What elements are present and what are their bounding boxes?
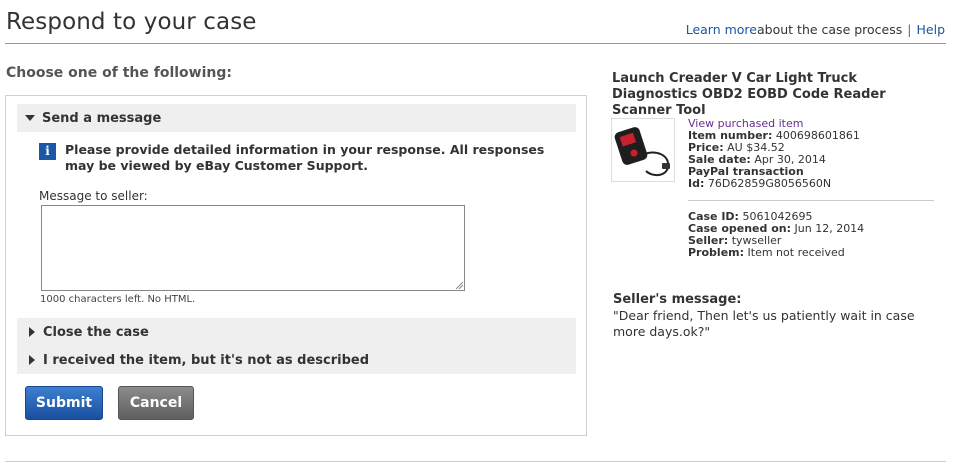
not-as-described-label: I received the item, but it's not as des… bbox=[43, 352, 370, 368]
message-to-seller-textarea[interactable] bbox=[41, 205, 465, 291]
problem-value: Item not received bbox=[747, 246, 845, 259]
send-message-section-header[interactable]: Send a message bbox=[17, 104, 576, 132]
cancel-button[interactable]: Cancel bbox=[118, 386, 194, 420]
info-text: Please provide detailed information in y… bbox=[65, 142, 545, 173]
caret-down-icon bbox=[25, 115, 35, 121]
caret-right-icon bbox=[29, 327, 35, 337]
info-notice: i Please provide detailed information in… bbox=[39, 142, 559, 174]
close-case-label: Close the case bbox=[43, 324, 149, 340]
page-title: Respond to your case bbox=[6, 9, 257, 35]
header-links: Learn moreabout the case process | Help bbox=[686, 22, 945, 37]
seller-message-text: "Dear friend, Then let's us patiently wa… bbox=[613, 308, 915, 339]
case-opened-value: Jun 12, 2014 bbox=[794, 222, 865, 235]
seller-message-title: Seller's message: bbox=[613, 292, 742, 307]
transaction-id-value: 76D62859G8056560N bbox=[707, 177, 832, 190]
footer-divider bbox=[5, 461, 946, 462]
transaction-id-label: Id: bbox=[688, 177, 705, 190]
details-divider bbox=[688, 200, 934, 201]
case-details: Case ID: 5061042695 Case opened on: Jun … bbox=[688, 211, 864, 259]
response-form: Send a message i Please provide detailed… bbox=[5, 95, 587, 436]
characters-left-text: 1000 characters left. No HTML. bbox=[40, 294, 196, 305]
learn-more-link[interactable]: Learn more bbox=[686, 22, 757, 37]
item-thumbnail[interactable] bbox=[611, 118, 675, 182]
header-divider bbox=[5, 43, 946, 44]
resize-grip-icon[interactable] bbox=[455, 281, 463, 289]
learn-more-suffix: about the case process bbox=[757, 22, 903, 37]
help-link[interactable]: Help bbox=[917, 22, 946, 37]
item-number-value: 400698601861 bbox=[775, 129, 860, 142]
purchase-details: View purchased item Item number: 4006986… bbox=[688, 118, 860, 190]
caret-right-icon bbox=[29, 355, 35, 365]
message-to-seller-label: Message to seller: bbox=[39, 189, 148, 203]
info-icon: i bbox=[39, 143, 56, 160]
item-title[interactable]: Launch Creader V Car Light Truck Diagnos… bbox=[612, 71, 932, 119]
send-message-label: Send a message bbox=[42, 110, 162, 126]
link-separator: | bbox=[907, 22, 912, 37]
submit-button[interactable]: Submit bbox=[25, 386, 103, 420]
problem-label: Problem: bbox=[688, 246, 745, 259]
scanner-tool-image bbox=[614, 127, 670, 177]
choose-heading: Choose one of the following: bbox=[6, 65, 232, 81]
close-case-section-header[interactable]: Close the case bbox=[17, 318, 576, 346]
not-as-described-section-header[interactable]: I received the item, but it's not as des… bbox=[17, 346, 576, 374]
